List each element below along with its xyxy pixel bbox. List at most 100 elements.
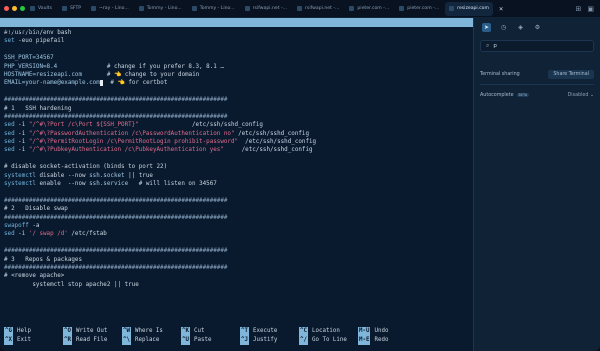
share-terminal-button[interactable]: Share Terminal [548,69,594,79]
code-line: # 2 Disable swap [4,205,473,213]
shortcut-execute[interactable]: ^T Execute [236,327,295,336]
tab-9[interactable]: resizeapi.com [445,1,493,16]
close-tab-icon[interactable]: × [495,5,507,13]
code-token: sed [4,147,15,154]
shortcut-label: Paste [193,337,212,343]
shortcut-label: Read File [75,337,108,343]
tab-label: rsifwapi.net -... [252,6,288,11]
tab-0[interactable]: Vaults [26,2,56,16]
shortcut-key: ^U [181,336,190,345]
shortcut-label: Redo [374,337,389,343]
shortcut-location[interactable]: ^C Location [295,327,354,336]
settings-icon[interactable]: ⚙ [533,23,542,32]
shortcut-key: M-U [358,327,371,336]
shortcut-key: M-E [358,336,371,345]
code-line: systemctl disable --now ssh.socket || tr… [4,172,473,180]
tab-host-icon [61,6,67,11]
code-token: EMAIL=your-name@example.com [4,80,100,87]
shortcut-undo[interactable]: M-U Undo [354,327,413,336]
code-token: swapoff [4,222,29,229]
code-line [4,88,473,96]
shortcut-label: Execute [252,328,278,334]
zoom-window-button[interactable] [20,6,25,11]
tab-bar-actions: ⊞ ▣ [576,5,600,13]
code-line: SSH_PORT=34567 [4,54,473,62]
code-token: systemctl stop apache2 || true [4,281,139,288]
tab-host-icon [30,6,35,11]
shortcut-redo[interactable]: M-E Redo [354,336,413,345]
tab-host-icon [244,6,250,11]
tab-label: pieter.com -... [407,6,440,11]
shortcut-replace[interactable]: ^\ Replace [118,336,177,345]
shortcut-help[interactable]: ^G Help [0,327,59,336]
shortcut-key: ^R [63,336,72,345]
shortcut-where-is[interactable]: ^W Where Is [118,327,177,336]
tab-label: ~ray - Lino... [99,6,129,11]
code-line: swapoff -a [4,222,473,230]
shortcut-row-1: ^G Help ^O Write Out ^W Where Is ^K Cut ^T Execut… [0,327,473,336]
shortcut-go-to-line[interactable]: ^/Go To Line [295,336,354,345]
snippets-icon[interactable]: ◈ [516,23,525,32]
shortcut-label: Replace [134,337,160,343]
shortcut-justify[interactable]: ^J Justify [236,336,295,345]
panel-divider [480,84,594,85]
minimize-window-button[interactable] [12,6,17,11]
code-line: systemctl enable --now ssh.service # wil… [4,180,473,188]
shortcut-write-out[interactable]: ^O Write Out [59,327,118,336]
panel-search-input[interactable] [493,43,584,49]
tab-host-icon [349,6,355,11]
autocomplete-select[interactable]: Disabled ⌄ [568,93,594,98]
code-token: ########################################… [4,264,228,271]
code-line: sed -i "/^#\?PasswordAuthentication /c\P… [4,130,473,138]
terminal-pane[interactable]: GNU nano 7.2 new_server.sh * #!/usr/bin/… [0,18,473,351]
side-panel: ➤ ◷ ◈ ⚙ ⌕ Terminal sharing Share Termina… [473,18,600,351]
code-line: PHP_VERSION=8.4 # change if you prefer 8… [4,63,473,71]
code-token: "/^#\?Port /c\Port ${SSH_PORT}" [28,122,139,129]
panel-search[interactable]: ⌕ [480,40,594,52]
tab-label: rsifwapi.net -... [305,6,340,11]
code-token: systemctl [4,172,36,179]
code-token: '/ swap /d' [28,231,68,238]
send-icon[interactable]: ➤ [482,22,491,32]
tab-1[interactable]: SFTP [58,2,85,16]
window-controls [0,6,26,11]
tab-5[interactable]: rsifwapi.net -... [241,2,291,16]
close-window-button[interactable] [4,6,9,11]
tab-7[interactable]: pieter.com -... [345,2,393,16]
code-token: change to your domain [121,71,200,78]
split-view-icon[interactable]: ▣ [587,5,594,13]
tab-4[interactable]: Tommy - Lino... [188,2,239,16]
shortcut-key: ^K [181,327,190,336]
code-token: ########################################… [4,214,228,221]
tab-8[interactable]: pieter.com -... [395,2,443,16]
code-token: -i [14,139,29,146]
tab-6[interactable]: rsifwapi.net -... [293,2,343,16]
shortcut-exit[interactable]: ^X Exit [0,336,59,345]
autocomplete-value: Disabled [567,92,589,98]
code-token: systemctl [4,181,36,188]
nano-title-bar: GNU nano 7.2 new_server.sh * [0,18,473,43]
code-token: /etc/fstab [67,231,107,238]
shortcut-key: ^W [122,327,131,336]
code-line: ########################################… [4,264,473,272]
new-tab-icon[interactable]: ⊞ [576,5,582,13]
tab-2[interactable]: ~ray - Lino... [87,2,133,16]
editor-buffer[interactable]: #!/usr/bin/env bashset -euo pipefail SSH… [0,27,473,289]
code-line: # 1 SSH hardening [4,105,473,113]
shortcut-cut[interactable]: ^K Cut [177,327,236,336]
code-token: for certbot [124,80,168,87]
code-line [4,155,473,163]
code-line: # 3 Repos & packages [4,256,473,264]
tab-3[interactable]: Tommy - Lino... [135,2,186,16]
history-icon[interactable]: ◷ [499,23,508,32]
code-line: HOSTNAME=resizeapi.com # 👈 change to you… [4,71,473,79]
shortcut-label: Write Out [75,328,108,334]
code-line: ########################################… [4,113,473,121]
code-token: ########################################… [4,248,228,255]
shortcut-paste[interactable]: ^U Paste [177,336,236,345]
code-token: "/^#\?PermitRootLogin /c\PermitRootLogin… [28,139,239,146]
tab-label: resizeapi.com [457,6,489,11]
autocomplete-label: Autocomplete [480,92,514,98]
shortcut-read-file[interactable]: ^R Read File [59,336,118,345]
code-token: "/^#\?PasswordAuthentication /c\Password… [28,130,235,137]
